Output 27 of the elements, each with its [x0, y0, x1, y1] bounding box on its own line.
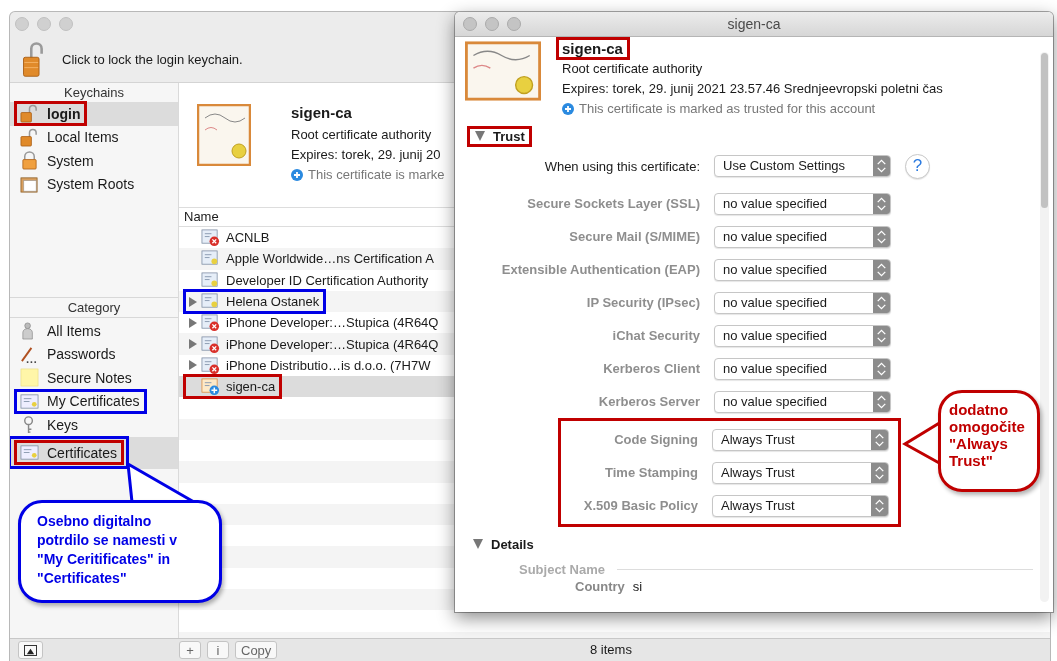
field-label: Secure Mail (S/MIME)	[569, 229, 700, 244]
window-title: sigen-ca	[727, 16, 781, 32]
field-label: Kerberos Server	[598, 394, 700, 409]
group-heading: Subject Name	[519, 561, 605, 577]
field-label: When using this certificate:	[544, 158, 700, 174]
trust-note: This certificate is marked as trusted for this account	[579, 100, 876, 118]
expiry-date: Expires: torek, 29. junij 2021 23.57.46 Srednjeevropski poletni čas	[562, 80, 943, 98]
certificate-type: Root certificate authority	[291, 126, 433, 144]
field-label: Code Signing	[614, 432, 698, 447]
field-label: Kerberos Client	[603, 361, 700, 376]
item-count: 8 items	[590, 642, 632, 657]
callout-note: dodatno omogočite "Always Trust"	[938, 390, 1040, 492]
field-label: Country	[575, 579, 625, 594]
field-label: iChat Security	[612, 328, 700, 343]
certificate-name: sigen-ca	[562, 39, 623, 57]
field-label: Extensible Authentication (EAP)	[501, 262, 700, 277]
certificate-type: Root certificate authority	[562, 60, 704, 78]
section-header: Keychains	[63, 84, 125, 102]
field-label: Time Stamping	[605, 465, 698, 480]
expiry-date: Expires: torek, 29. junij 20	[291, 146, 442, 164]
certificate-name: sigen-ca	[291, 104, 353, 121]
section-header: Category	[10, 298, 178, 318]
field-value: si	[632, 579, 643, 594]
trust-note: This certificate is marke	[308, 166, 445, 184]
field-label: X.509 Basic Policy	[583, 498, 698, 513]
field-label: IP Security (IPsec)	[586, 295, 700, 310]
field-label: Secure Sockets Layer (SSL)	[527, 196, 700, 211]
